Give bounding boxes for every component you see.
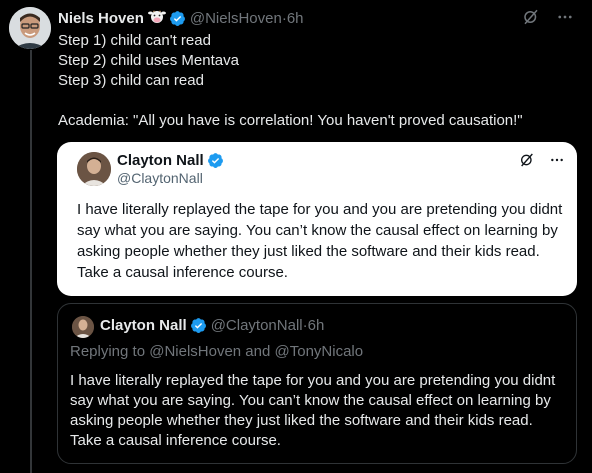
embedded-handle: @ClaytonNall xyxy=(210,317,303,334)
grok-icon[interactable] xyxy=(522,8,540,30)
replying-to: Replying to @NielsHoven and @TonyNicalo xyxy=(70,343,364,360)
verified-badge-icon xyxy=(207,152,224,169)
verified-badge-icon xyxy=(169,10,186,27)
tweet-text: Step 1) child can't read Step 2) child u… xyxy=(58,31,578,131)
quoted-header: Clayton Nall @ClaytonNall xyxy=(117,152,224,186)
embedded-timestamp: 6h xyxy=(307,317,325,334)
quoted-avatar xyxy=(77,152,111,186)
embedded-text: I have literally replayed the tape for y… xyxy=(70,372,556,449)
more-icon xyxy=(549,152,565,173)
cow-emoji-icon xyxy=(147,8,166,29)
avatar-image xyxy=(9,7,51,49)
embedded-author-name: Clayton Nall xyxy=(100,317,187,334)
tweet-header: Niels Hoven @NielsHoven · 6h xyxy=(58,8,304,28)
quoted-text: I have literally replayed the tape for y… xyxy=(77,201,563,281)
more-icon[interactable] xyxy=(556,8,574,30)
verified-badge-icon xyxy=(190,317,207,334)
quoted-handle: @ClaytonNall xyxy=(117,170,203,186)
text-line-4: Academia: "All you have is correlation! … xyxy=(58,112,523,129)
text-line-2: Step 2) child uses Mentava xyxy=(58,52,239,69)
tweet-actions xyxy=(522,8,574,30)
timestamp[interactable]: 6h xyxy=(287,10,304,27)
quoted-author-name: Clayton Nall xyxy=(117,152,204,169)
text-line-1: Step 1) child can't read xyxy=(58,32,211,49)
author-handle[interactable]: @NielsHoven xyxy=(190,10,282,27)
embedded-header: Clayton Nall @ClaytonNall · 6h xyxy=(100,317,324,334)
thread-line xyxy=(30,50,32,473)
text-line-3: Step 3) child can read xyxy=(58,72,204,89)
author-name[interactable]: Niels Hoven xyxy=(58,10,144,27)
avatar[interactable] xyxy=(9,7,51,49)
quoted-actions xyxy=(519,152,565,173)
embedded-avatar xyxy=(72,316,94,338)
grok-icon xyxy=(519,152,535,173)
